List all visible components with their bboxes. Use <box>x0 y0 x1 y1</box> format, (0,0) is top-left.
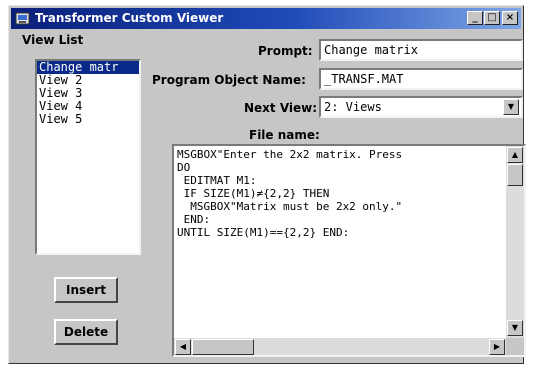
main-window: Transformer Custom Viewer _ □ × View Lis… <box>8 5 526 364</box>
next-view-label: Next View: <box>244 101 318 115</box>
code-editor[interactable]: MSGBOX"Enter the 2x2 matrix. Press DO EDI… <box>172 144 526 357</box>
code-line: UNTIL SIZE(M1)=={2,2} END: <box>177 226 350 239</box>
vertical-scroll-thumb[interactable] <box>507 164 523 186</box>
view-list-label: View List <box>22 33 84 47</box>
code-line: DO <box>177 161 191 174</box>
arrow-right-icon: ▶ <box>493 342 501 351</box>
scroll-right-button[interactable]: ▶ <box>489 339 505 355</box>
arrow-down-icon: ▼ <box>511 323 519 332</box>
window-title: Transformer Custom Viewer <box>35 11 224 25</box>
code-line: EDITMAT M1: <box>177 174 257 187</box>
view-list[interactable]: Change matr View 2 View 3 View 4 View 5 <box>35 59 141 255</box>
scroll-left-button[interactable]: ◀ <box>175 339 191 355</box>
arrow-left-icon: ◀ <box>179 342 187 351</box>
next-view-value: 2: Views <box>324 100 382 114</box>
code-line: MSGBOX"Matrix must be 2x2 only." <box>177 200 403 213</box>
delete-button[interactable]: Delete <box>54 319 118 345</box>
title-bar[interactable]: Transformer Custom Viewer _ □ × <box>11 8 521 29</box>
program-object-input[interactable]: _TRANSF.MAT <box>319 68 523 90</box>
list-item[interactable]: View 5 <box>37 113 139 126</box>
prompt-input[interactable]: Change matrix <box>319 39 523 61</box>
insert-button[interactable]: Insert <box>54 277 118 303</box>
code-line: IF SIZE(M1)≠{2,2} THEN <box>177 187 330 200</box>
code-line: END: <box>177 213 211 226</box>
file-name-label: File name: <box>249 128 320 142</box>
minimize-button[interactable]: _ <box>467 11 483 25</box>
program-object-label: Program Object Name: <box>152 73 306 87</box>
prompt-label: Prompt: <box>258 44 313 58</box>
dropdown-button[interactable]: ▼ <box>503 99 519 115</box>
app-icon <box>15 12 30 25</box>
chevron-down-icon: ▼ <box>507 102 515 111</box>
arrow-up-icon: ▲ <box>511 150 519 159</box>
maximize-button[interactable]: □ <box>484 11 500 25</box>
code-text[interactable]: MSGBOX"Enter the 2x2 matrix. Press DO EDI… <box>174 146 508 340</box>
scroll-up-button[interactable]: ▲ <box>507 147 523 163</box>
next-view-select[interactable]: 2: Views <box>319 96 523 118</box>
close-button[interactable]: × <box>502 11 518 25</box>
code-line: MSGBOX"Enter the 2x2 matrix. Press <box>177 148 403 161</box>
scroll-corner <box>506 338 524 355</box>
scroll-down-button[interactable]: ▼ <box>507 320 523 336</box>
horizontal-scroll-thumb[interactable] <box>192 339 254 355</box>
